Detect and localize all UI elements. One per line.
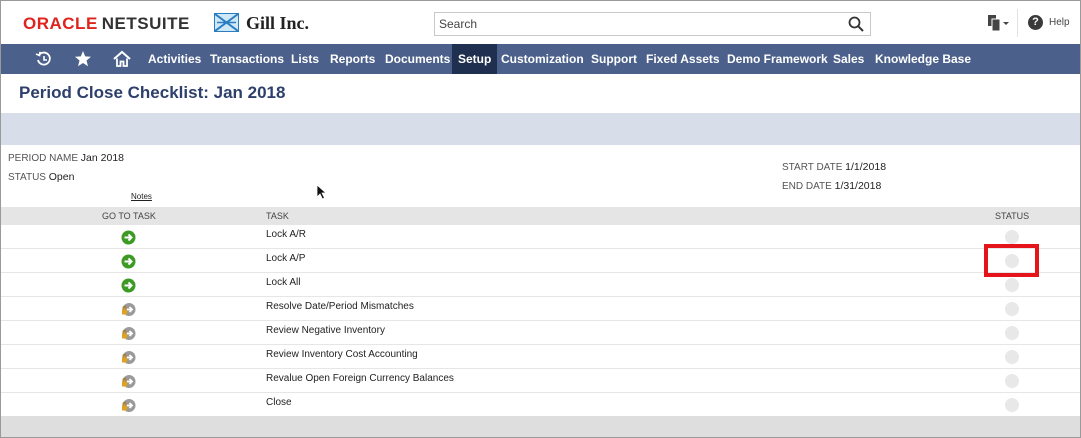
locked-arrow-icon[interactable] <box>121 326 136 341</box>
table-row: Close <box>1 393 1080 417</box>
main-nav: Activities Transactions Lists Reports Do… <box>1 44 1080 74</box>
task-name: Lock A/P <box>266 253 306 264</box>
status-indicator-icon <box>1005 398 1019 412</box>
company-name: Gill Inc. <box>246 13 310 33</box>
col-status: Status <box>995 211 1030 221</box>
nav-knowledge-base[interactable]: Knowledge Base <box>869 44 977 74</box>
col-task: Task <box>266 211 289 221</box>
global-search[interactable] <box>434 12 871 36</box>
period-name-field: Period Name Jan 2018 <box>8 152 124 164</box>
annotation-highlight-box <box>984 244 1039 277</box>
locked-arrow-icon[interactable] <box>121 398 136 413</box>
status-indicator-icon <box>1005 350 1019 364</box>
table-row: Review Inventory Cost Accounting <box>1 345 1080 369</box>
button-bar <box>1 113 1080 145</box>
table-row: Review Negative Inventory <box>1 321 1080 345</box>
task-name: Review Negative Inventory <box>266 325 385 336</box>
task-name: Close <box>266 397 292 408</box>
page-title: Period Close Checklist: Jan 2018 <box>19 83 286 102</box>
status-indicator-icon <box>1005 230 1019 244</box>
table-row: Revalue Open Foreign Currency Balances <box>1 369 1080 393</box>
nav-lists[interactable]: Lists <box>285 44 325 74</box>
nav-transactions[interactable]: Transactions <box>204 44 290 74</box>
header: ORACLENETSUITE Gill Inc. ? Help <box>1 1 1080 44</box>
oracle-netsuite-logo[interactable]: ORACLE NETSUITE <box>23 14 190 34</box>
table-row: Lock A/R <box>1 225 1080 249</box>
period-name-value: Jan 2018 <box>80 152 125 164</box>
task-name: Lock A/R <box>266 229 307 240</box>
table-row: Resolve Date/Period Mismatches <box>1 297 1080 321</box>
locked-arrow-icon[interactable] <box>121 302 136 317</box>
task-name: Revalue Open Foreign Currency Balances <box>266 373 454 384</box>
green-arrow-icon[interactable] <box>121 278 136 293</box>
end-date-field: End Date 1/31/2018 <box>782 180 881 192</box>
nav-customization[interactable]: Customization <box>495 44 590 74</box>
start-date-value: 1/1/2018 <box>845 161 887 173</box>
table-row: Lock A/P <box>1 249 1080 273</box>
help-icon[interactable]: ? <box>1028 15 1043 30</box>
search-icon[interactable] <box>848 16 864 32</box>
green-arrow-icon[interactable] <box>121 230 136 245</box>
app-frame: ORACLENETSUITE Gill Inc. ? Help <box>0 0 1081 438</box>
nav-setup[interactable]: Setup <box>452 44 498 74</box>
table-row: Lock All <box>1 273 1080 297</box>
status-indicator-icon <box>1005 278 1019 292</box>
nav-demo-framework[interactable]: Demo Framework <box>721 44 834 74</box>
task-name: Review Inventory Cost Accounting <box>266 349 418 360</box>
table-header: Go To Task Task Status <box>1 207 1080 225</box>
start-date-field: Start Date 1/1/2018 <box>782 161 886 173</box>
status-field: Status Open <box>8 171 74 183</box>
home-icon[interactable] <box>113 50 131 68</box>
end-date-value: 1/31/2018 <box>834 180 882 192</box>
recent-records-menu-icon[interactable] <box>985 14 1011 32</box>
status-indicator-icon <box>1005 326 1019 340</box>
recent-history-icon[interactable] <box>35 50 53 68</box>
header-divider <box>1017 9 1018 37</box>
end-date-label: End Date <box>782 181 832 192</box>
period-name-label: Period Name <box>8 153 79 164</box>
logo-netsuite-text: NETSUITE <box>101 14 190 33</box>
status-label: Status <box>8 172 46 183</box>
status-value: Open <box>48 171 75 183</box>
mouse-cursor-icon <box>316 184 328 200</box>
search-input[interactable] <box>435 13 835 35</box>
task-name: Resolve Date/Period Mismatches <box>266 301 414 312</box>
footer-bar <box>1 416 1080 437</box>
help-link[interactable]: Help <box>1049 17 1070 28</box>
locked-arrow-icon[interactable] <box>121 374 136 389</box>
favorites-star-icon[interactable] <box>74 50 92 68</box>
logo-oracle-text: ORACLE <box>23 14 98 33</box>
start-date-label: Start Date <box>782 162 843 173</box>
nav-sales[interactable]: Sales <box>827 44 870 74</box>
status-indicator-icon <box>1005 302 1019 316</box>
locked-arrow-icon[interactable] <box>121 350 136 365</box>
nav-support[interactable]: Support <box>585 44 643 74</box>
green-arrow-icon[interactable] <box>121 254 136 269</box>
nav-fixed-assets[interactable]: Fixed Assets <box>640 44 726 74</box>
nav-documents[interactable]: Documents <box>379 44 456 74</box>
status-indicator-icon <box>1005 374 1019 388</box>
col-go-to-task: Go To Task <box>102 211 156 221</box>
nav-activities[interactable]: Activities <box>142 44 207 74</box>
task-name: Lock All <box>266 277 301 288</box>
company-logo-icon <box>214 13 239 32</box>
nav-reports[interactable]: Reports <box>324 44 381 74</box>
notes-link[interactable]: Notes <box>131 192 152 201</box>
